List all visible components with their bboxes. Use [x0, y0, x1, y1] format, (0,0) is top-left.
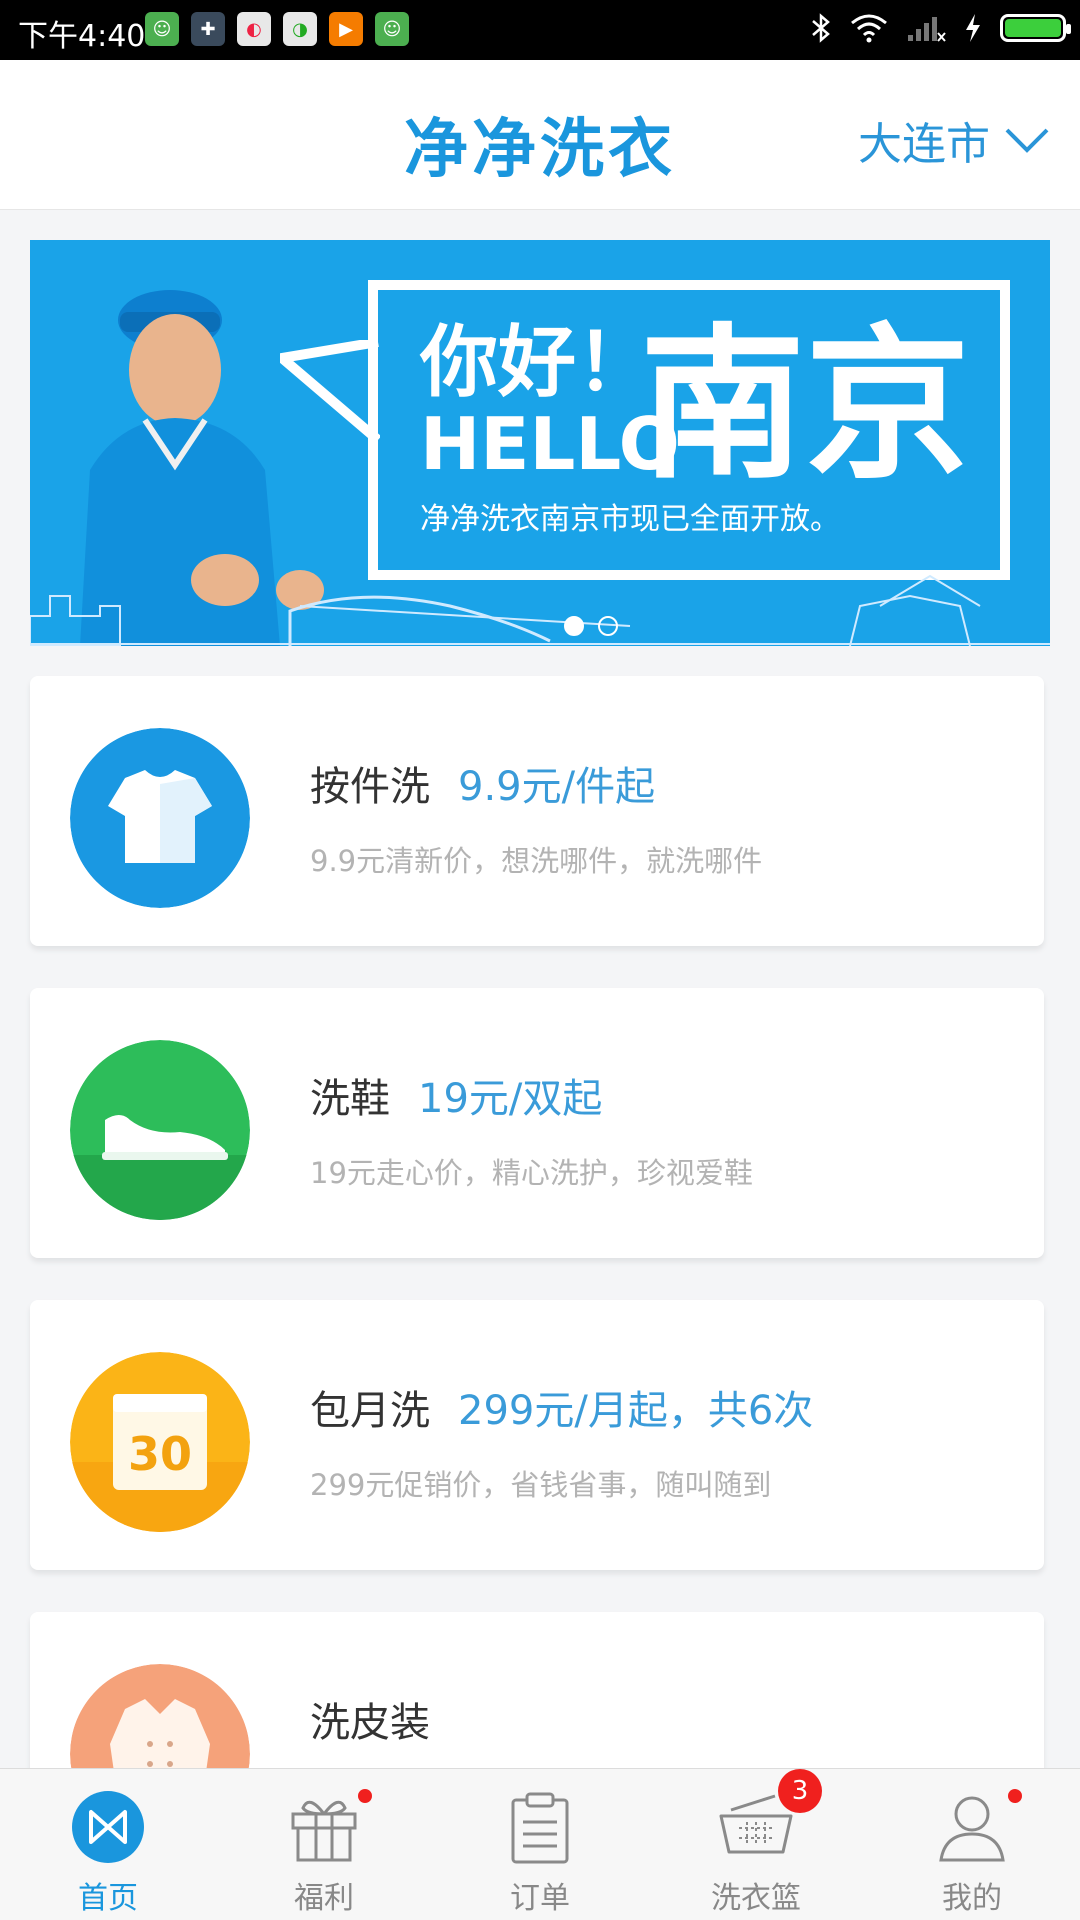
- app-notification-icon: ☺: [375, 12, 409, 46]
- shoe-icon: [70, 1040, 250, 1220]
- app-notification-icon: ✚: [191, 12, 225, 46]
- city-skyline-illustration: [30, 574, 1050, 646]
- service-name: 按件洗: [310, 764, 430, 810]
- gift-icon: [284, 1787, 372, 1867]
- app-notification-icon: ☺: [145, 12, 179, 46]
- status-notification-icons: ☺ ✚ ◐ ◑ ▶ ☺: [145, 12, 409, 46]
- calendar-30-icon: 30: [70, 1352, 250, 1532]
- service-name: 包月洗: [310, 1388, 430, 1434]
- app-notification-icon: ◑: [283, 12, 317, 46]
- service-title: 按件洗 9.9元/件起: [310, 754, 655, 812]
- status-time: 下午4:40: [18, 19, 146, 54]
- tab-label: 福利: [294, 1881, 354, 1916]
- tab-benefits[interactable]: 福利: [216, 1769, 432, 1920]
- basket-count-badge: 3: [778, 1769, 822, 1813]
- service-name: 洗皮装: [310, 1700, 430, 1746]
- bluetooth-icon: [812, 13, 830, 43]
- service-title: 包月洗 299元/月起，共6次: [310, 1378, 813, 1436]
- speech-bubble-tail: [280, 340, 380, 444]
- city-selector[interactable]: 大连市: [858, 108, 1050, 172]
- tab-profile[interactable]: 我的: [864, 1769, 1080, 1920]
- notification-dot: [1008, 1789, 1022, 1803]
- service-card-monthly[interactable]: 30 包月洗 299元/月起，共6次 299元促销价，省钱省事，随叫随到: [30, 1300, 1044, 1570]
- service-title: 洗鞋 19元/双起: [310, 1066, 602, 1124]
- charging-icon: [966, 14, 980, 42]
- clipboard-icon: [500, 1787, 580, 1867]
- tshirt-icon: [70, 728, 250, 908]
- battery-icon: [1000, 14, 1071, 42]
- service-card-per-item[interactable]: 按件洗 9.9元/件起 9.9元清新价，想洗哪件，就洗哪件: [30, 676, 1044, 946]
- promo-banner[interactable]: 你好！ HELLO 南京 净净洗衣南京市现已全面开放。: [30, 240, 1050, 646]
- bottom-tab-bar: 首页 福利 订单 3 洗衣篮 我的: [0, 1768, 1080, 1920]
- banner-subtitle: 净净洗衣南京市现已全面开放。: [420, 502, 840, 537]
- service-card-shoes[interactable]: 洗鞋 19元/双起 19元走心价，精心洗护，珍视爱鞋: [30, 988, 1044, 1258]
- tab-label: 订单: [510, 1881, 570, 1916]
- service-description: 9.9元清新价，想洗哪件，就洗哪件: [310, 844, 763, 878]
- service-price: 19元/双起: [418, 1076, 603, 1122]
- service-price: 9.9元/件起: [458, 764, 656, 810]
- city-label: 大连市: [858, 119, 990, 170]
- tab-laundry-basket[interactable]: 3 洗衣篮: [648, 1769, 864, 1920]
- page-dot-active[interactable]: [564, 616, 584, 636]
- app-notification-icon: ◐: [237, 12, 271, 46]
- page-dot[interactable]: [598, 616, 618, 636]
- tab-home[interactable]: 首页: [0, 1769, 216, 1920]
- banner-page-indicator: [564, 616, 618, 636]
- app-header: 净净洗衣 大连市: [0, 60, 1080, 210]
- tab-label: 首页: [78, 1881, 138, 1916]
- tab-orders[interactable]: 订单: [432, 1769, 648, 1920]
- status-bar: 下午4:40 ☺ ✚ ◐ ◑ ▶ ☺: [0, 0, 1080, 60]
- service-description: 299元促销价，省钱省事，随叫随到: [310, 1468, 772, 1502]
- home-logo-icon: [68, 1787, 148, 1867]
- service-title: 洗皮装: [310, 1690, 430, 1748]
- signal-icon: [908, 17, 946, 42]
- tab-label: 洗衣篮: [711, 1881, 801, 1916]
- notification-dot: [358, 1789, 372, 1803]
- wifi-icon: [851, 14, 887, 43]
- banner-city-name: 南京: [640, 309, 970, 501]
- service-description: 19元走心价，精心洗护，珍视爱鞋: [310, 1156, 753, 1190]
- chevron-down-icon: [1005, 128, 1049, 153]
- service-name: 洗鞋: [310, 1076, 390, 1122]
- tab-label: 我的: [942, 1881, 1002, 1916]
- person-icon: [932, 1787, 1022, 1867]
- app-notification-icon: ▶: [329, 12, 363, 46]
- service-price: 299元/月起，共6次: [458, 1388, 814, 1434]
- calendar-day: 30: [128, 1427, 192, 1481]
- status-system-icons: [810, 12, 1071, 44]
- basket-icon: 3: [716, 1769, 822, 1867]
